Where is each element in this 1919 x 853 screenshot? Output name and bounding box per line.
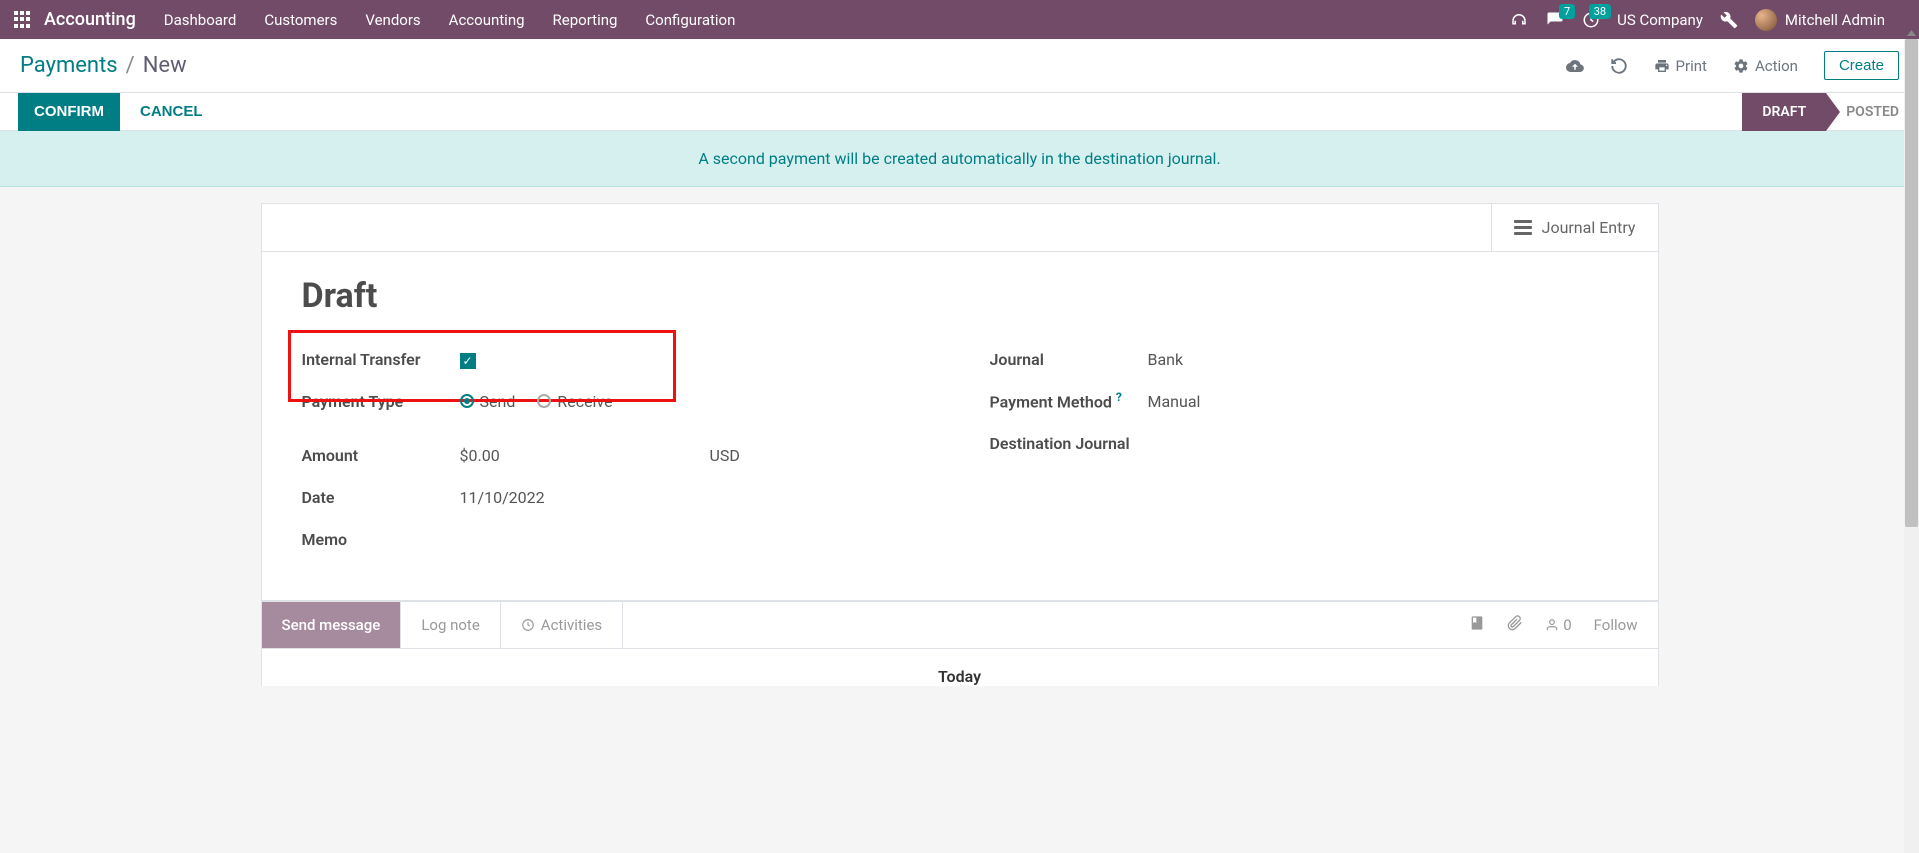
amount-value[interactable]: $0.00 — [460, 446, 710, 465]
cloud-upload-icon[interactable] — [1566, 57, 1584, 75]
follow-button[interactable]: Follow — [1594, 616, 1638, 634]
label-memo: Memo — [302, 530, 460, 549]
breadcrumb: Payments / New — [20, 53, 187, 78]
radio-receive[interactable]: Receive — [537, 392, 612, 411]
form-sheet: Journal Entry Draft Internal Transfer ✓ … — [261, 203, 1659, 601]
label-internal-transfer: Internal Transfer — [302, 350, 460, 369]
breadcrumb-sep: / — [126, 53, 135, 78]
label-amount: Amount — [302, 446, 460, 465]
menu-configuration[interactable]: Configuration — [645, 11, 735, 29]
activities-badge: 38 — [1589, 4, 1611, 19]
field-amount: Amount $0.00 USD — [302, 434, 930, 476]
currency-value[interactable]: USD — [710, 446, 740, 465]
avatar — [1755, 9, 1777, 31]
apps-icon[interactable] — [14, 11, 32, 29]
attachment-icon[interactable] — [1507, 615, 1523, 635]
record-title: Draft — [302, 276, 1618, 316]
field-date: Date 11/10/2022 — [302, 476, 930, 518]
messages-badge: 7 — [1559, 4, 1575, 19]
date-value[interactable]: 11/10/2022 — [460, 488, 545, 507]
label-destination-journal: Destination Journal — [990, 434, 1130, 453]
label-date: Date — [302, 488, 460, 507]
create-button[interactable]: Create — [1824, 51, 1899, 80]
field-destination-journal: Destination Journal — [990, 422, 1618, 464]
list-icon — [1514, 220, 1532, 235]
field-payment-type: Payment Type Send Receive — [302, 380, 930, 422]
internal-transfer-checkbox[interactable]: ✓ — [460, 353, 476, 369]
menu-accounting[interactable]: Accounting — [449, 11, 525, 29]
label-journal: Journal — [990, 350, 1148, 369]
menu-vendors[interactable]: Vendors — [365, 11, 420, 29]
action-button[interactable]: Action — [1733, 57, 1798, 75]
field-memo: Memo — [302, 518, 930, 560]
confirm-button[interactable]: CONFIRM — [18, 93, 120, 131]
radio-icon — [537, 394, 551, 408]
scrollbar[interactable] — [1904, 39, 1919, 853]
breadcrumb-root[interactable]: Payments — [20, 53, 118, 78]
discard-icon[interactable] — [1610, 57, 1628, 75]
log-note-button[interactable]: Log note — [401, 602, 500, 648]
info-banner: A second payment will be created automat… — [0, 131, 1919, 187]
app-title[interactable]: Accounting — [44, 9, 136, 30]
scrollbar-thumb[interactable] — [1905, 39, 1918, 527]
support-icon[interactable] — [1509, 10, 1529, 30]
radio-icon — [460, 394, 474, 408]
chatter-today: Today — [262, 649, 1658, 686]
control-panel: Payments / New Print Action Create — [0, 39, 1919, 93]
print-button[interactable]: Print — [1654, 57, 1707, 75]
label-payment-method: Payment Method ? — [990, 390, 1148, 411]
statusbar: CONFIRM CANCEL DRAFT POSTED — [0, 93, 1919, 131]
method-value[interactable]: Manual — [1148, 392, 1201, 411]
field-payment-method: Payment Method ? Manual — [990, 380, 1618, 422]
radio-send[interactable]: Send — [460, 392, 516, 411]
book-icon[interactable] — [1469, 615, 1485, 635]
label-payment-type: Payment Type — [302, 392, 460, 411]
journal-value[interactable]: Bank — [1148, 350, 1184, 369]
company-selector[interactable]: US Company — [1617, 11, 1703, 29]
activities-button[interactable]: Activities — [501, 602, 623, 648]
menu-customers[interactable]: Customers — [264, 11, 337, 29]
user-menu[interactable]: Mitchell Admin — [1755, 9, 1885, 31]
messages-icon[interactable]: 7 — [1545, 10, 1565, 30]
chatter: Send message Log note Activities 0 Follo… — [261, 601, 1659, 686]
send-message-button[interactable]: Send message — [262, 602, 402, 648]
menu-reporting[interactable]: Reporting — [553, 11, 618, 29]
menu-dashboard[interactable]: Dashboard — [164, 11, 237, 29]
journal-entry-button[interactable]: Journal Entry — [1491, 204, 1658, 251]
cancel-button[interactable]: CANCEL — [140, 103, 203, 120]
field-internal-transfer: Internal Transfer ✓ — [302, 338, 930, 380]
followers-count[interactable]: 0 — [1545, 616, 1571, 634]
status-draft[interactable]: DRAFT — [1742, 93, 1826, 131]
top-navbar: Accounting Dashboard Customers Vendors A… — [0, 0, 1919, 39]
breadcrumb-current: New — [143, 53, 187, 78]
field-journal: Journal Bank — [990, 338, 1618, 380]
debug-icon[interactable] — [1719, 10, 1739, 30]
activities-icon[interactable]: 38 — [1581, 10, 1601, 30]
status-steps: DRAFT POSTED — [1742, 93, 1919, 131]
username: Mitchell Admin — [1785, 11, 1885, 29]
